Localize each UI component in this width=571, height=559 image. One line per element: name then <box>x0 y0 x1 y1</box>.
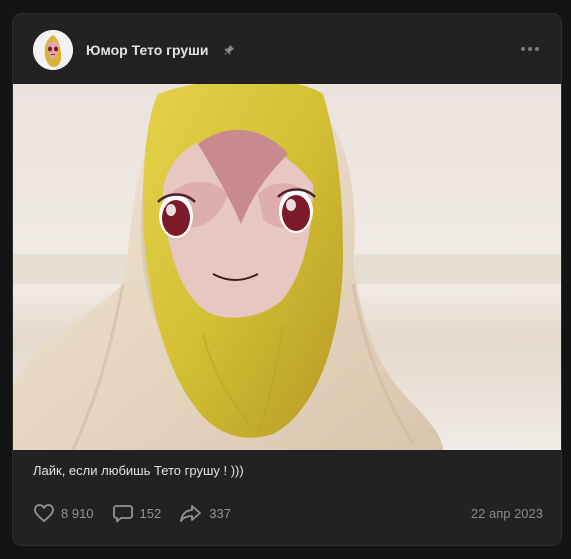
like-button[interactable]: 8 910 <box>33 503 94 523</box>
post-caption: Лайк, если любишь Тето грушу ! ))) <box>33 463 244 478</box>
share-icon <box>180 505 202 522</box>
heart-icon <box>34 504 54 523</box>
post-photo[interactable] <box>13 84 561 450</box>
post-actions: 8 910 152 337 <box>33 502 249 524</box>
group-avatar[interactable] <box>33 30 73 70</box>
comment-button[interactable]: 152 <box>112 503 162 523</box>
comment-count: 152 <box>139 505 162 521</box>
comment-icon <box>112 505 133 523</box>
post-date[interactable]: 22 апр 2023 <box>471 506 543 521</box>
post-card: Юмор Тето груши Лайк, если любишь Тето г… <box>12 13 562 546</box>
group-name[interactable]: Юмор Тето груши <box>86 42 208 58</box>
pin-icon <box>223 43 235 55</box>
share-button[interactable]: 337 <box>179 503 231 523</box>
share-count: 337 <box>209 505 231 521</box>
more-dots-icon[interactable] <box>519 41 541 57</box>
post-header: Юмор Тето груши <box>13 14 561 84</box>
like-count: 8 910 <box>61 505 94 521</box>
